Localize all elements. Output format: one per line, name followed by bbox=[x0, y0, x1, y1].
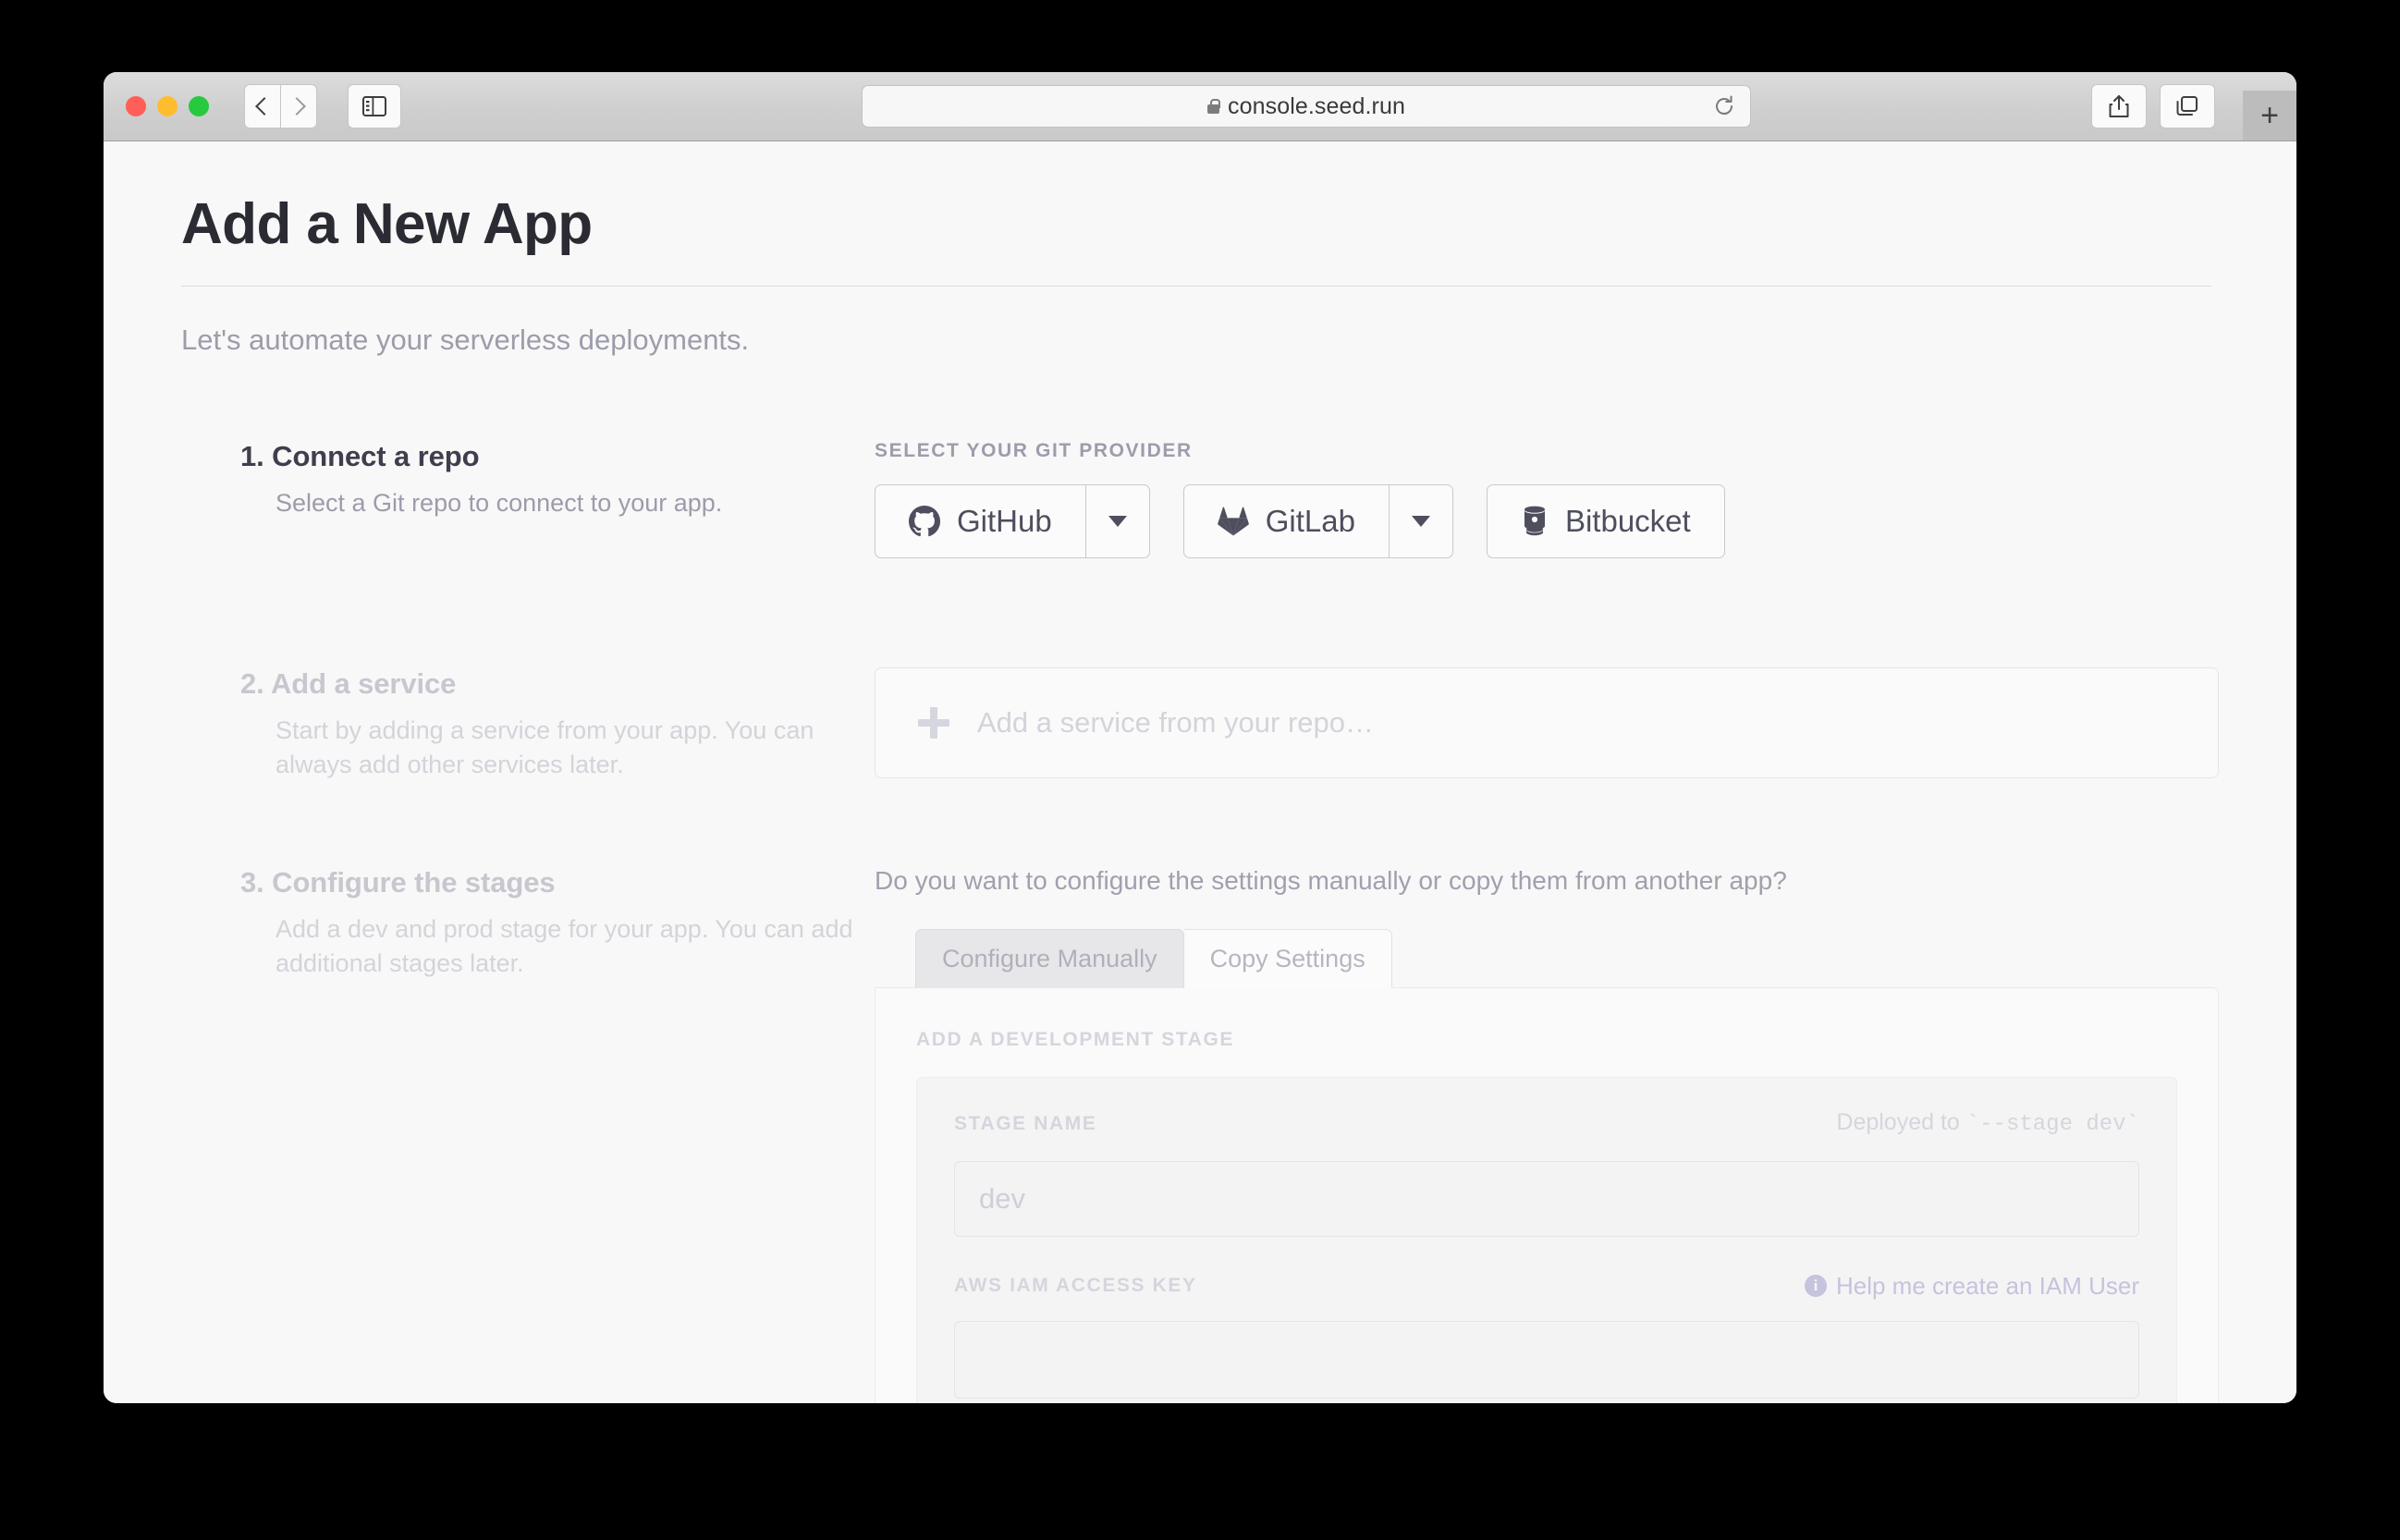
chevron-down-icon bbox=[1108, 516, 1127, 528]
sidebar-toggle-icon bbox=[362, 96, 386, 116]
stages-card: Configure Manually Copy Settings ADD A D… bbox=[875, 928, 2219, 1403]
iam-access-key-label: AWS IAM ACCESS KEY bbox=[954, 1275, 1197, 1297]
step-1-text: 1. Connect a repo Select a Git repo to c… bbox=[181, 440, 875, 558]
github-provider-button[interactable]: GitHub bbox=[875, 484, 1150, 559]
close-window-button[interactable] bbox=[126, 96, 146, 116]
step-2-title: 2. Add a service bbox=[240, 667, 457, 701]
github-dropdown-toggle[interactable] bbox=[1084, 485, 1149, 558]
step-configure-stages: 3. Configure the stages Add a dev and pr… bbox=[181, 866, 2219, 1403]
step-3-description: Add a dev and prod stage for your app. Y… bbox=[276, 914, 853, 977]
browser-toolbar-right bbox=[2091, 84, 2215, 128]
dev-stage-section-label: ADD A DEVELOPMENT STAGE bbox=[916, 1028, 1235, 1050]
gitlab-provider-button[interactable]: GitLab bbox=[1182, 484, 1453, 559]
help-create-iam-user-link[interactable]: i Help me create an IAM User bbox=[1804, 1271, 2139, 1301]
tabs-overview-icon bbox=[2176, 96, 2198, 116]
step-2-text: 2. Add a service Start by adding a servi… bbox=[181, 667, 875, 783]
step-2-description: Start by adding a service from your app.… bbox=[276, 716, 814, 779]
bitbucket-label: Bitbucket bbox=[1564, 504, 1691, 539]
deployed-to-note: Deployed to `--stage dev` bbox=[1836, 1109, 2139, 1137]
stages-tabstrip: Configure Manually Copy Settings bbox=[875, 928, 2219, 988]
url-text: console.seed.run bbox=[1227, 92, 1405, 119]
page-title: Add a New App bbox=[181, 192, 593, 256]
gitlab-main-area[interactable]: GitLab bbox=[1184, 485, 1389, 557]
page-content: Add a New App Let's automate your server… bbox=[104, 141, 2296, 1403]
chevron-left-icon bbox=[255, 97, 274, 116]
window-controls bbox=[126, 96, 209, 116]
deployed-code: `--stage dev` bbox=[1965, 1111, 2139, 1137]
title-divider bbox=[181, 286, 2211, 287]
github-main-area[interactable]: GitHub bbox=[876, 485, 1085, 557]
share-icon bbox=[2109, 95, 2129, 117]
bitbucket-main-area[interactable]: Bitbucket bbox=[1488, 485, 1724, 557]
maximize-window-button[interactable] bbox=[189, 96, 209, 116]
sidebar-toggle-button[interactable] bbox=[348, 84, 401, 128]
chevron-right-icon bbox=[288, 97, 306, 116]
step-3-text: 3. Configure the stages Add a dev and pr… bbox=[181, 866, 875, 1403]
reload-icon bbox=[1716, 95, 1733, 115]
gitlab-dropdown-toggle[interactable] bbox=[1388, 485, 1452, 558]
step-3-title: 3. Configure the stages bbox=[240, 865, 556, 898]
browser-window: console.seed.run + Add a New App Let's a… bbox=[104, 72, 2296, 1403]
stage-name-label: STAGE NAME bbox=[954, 1112, 1097, 1134]
iam-access-key-input[interactable] bbox=[954, 1320, 2139, 1399]
info-icon: i bbox=[1804, 1275, 1827, 1298]
plus-icon bbox=[918, 707, 949, 739]
bitbucket-provider-button[interactable]: Bitbucket bbox=[1486, 484, 1725, 559]
dev-stage-panel: STAGE NAME Deployed to `--stage dev` dev… bbox=[916, 1076, 2177, 1403]
stage-name-header: STAGE NAME Deployed to `--stage dev` bbox=[954, 1109, 2139, 1137]
page-subtitle: Let's automate your serverless deploymen… bbox=[181, 324, 750, 357]
deployed-prefix: Deployed to bbox=[1836, 1108, 1966, 1135]
tab-configure-manually[interactable]: Configure Manually bbox=[915, 928, 1184, 988]
reload-button[interactable] bbox=[1713, 95, 1735, 117]
stage-name-input[interactable]: dev bbox=[954, 1160, 2139, 1237]
bitbucket-icon bbox=[1524, 506, 1545, 536]
tab-copy-settings[interactable]: Copy Settings bbox=[1183, 928, 1392, 988]
iam-key-header: AWS IAM ACCESS KEY i Help me create an I… bbox=[954, 1272, 2139, 1301]
iam-help-label: Help me create an IAM User bbox=[1835, 1271, 2139, 1300]
step-connect-repo: 1. Connect a repo Select a Git repo to c… bbox=[181, 440, 2219, 559]
git-provider-buttons: GitHub GitLab Bitbucket bbox=[875, 484, 2219, 559]
address-bar[interactable]: console.seed.run bbox=[862, 85, 1751, 128]
minimize-window-button[interactable] bbox=[157, 96, 178, 116]
chevron-down-icon bbox=[1411, 516, 1430, 528]
share-button[interactable] bbox=[2091, 84, 2147, 128]
step-3-content: Do you want to configure the settings ma… bbox=[875, 866, 2219, 1403]
step-1-content: SELECT YOUR GIT PROVIDER GitHub GitLab B… bbox=[875, 440, 2219, 559]
url-display: console.seed.run bbox=[1206, 92, 1405, 120]
github-icon bbox=[909, 506, 940, 537]
github-label: GitHub bbox=[957, 504, 1052, 539]
back-button[interactable] bbox=[244, 84, 281, 128]
step-add-service: 2. Add a service Start by adding a servi… bbox=[181, 667, 2219, 783]
gitlab-label: GitLab bbox=[1265, 504, 1355, 539]
stages-card-body: ADD A DEVELOPMENT STAGE STAGE NAME Deplo… bbox=[875, 986, 2219, 1403]
browser-titlebar: console.seed.run + bbox=[104, 72, 2296, 141]
forward-button[interactable] bbox=[281, 84, 317, 128]
add-service-placeholder: Add a service from your repo… bbox=[977, 706, 1375, 739]
step-2-content: Add a service from your repo… bbox=[875, 667, 2219, 783]
add-service-box[interactable]: Add a service from your repo… bbox=[875, 667, 2219, 779]
stage-name-placeholder: dev bbox=[979, 1181, 1025, 1215]
step-1-title: 1. Connect a repo bbox=[240, 440, 480, 473]
git-provider-label: SELECT YOUR GIT PROVIDER bbox=[875, 440, 1193, 462]
step-1-description: Select a Git repo to connect to your app… bbox=[276, 489, 723, 518]
configure-question: Do you want to configure the settings ma… bbox=[875, 865, 1787, 895]
steps-container: 1. Connect a repo Select a Git repo to c… bbox=[181, 440, 2219, 1403]
lock-icon bbox=[1206, 99, 1220, 114]
gitlab-icon bbox=[1217, 507, 1249, 536]
tabs-overview-button[interactable] bbox=[2160, 84, 2215, 128]
navigation-buttons bbox=[244, 84, 317, 128]
new-tab-button[interactable]: + bbox=[2243, 91, 2296, 141]
